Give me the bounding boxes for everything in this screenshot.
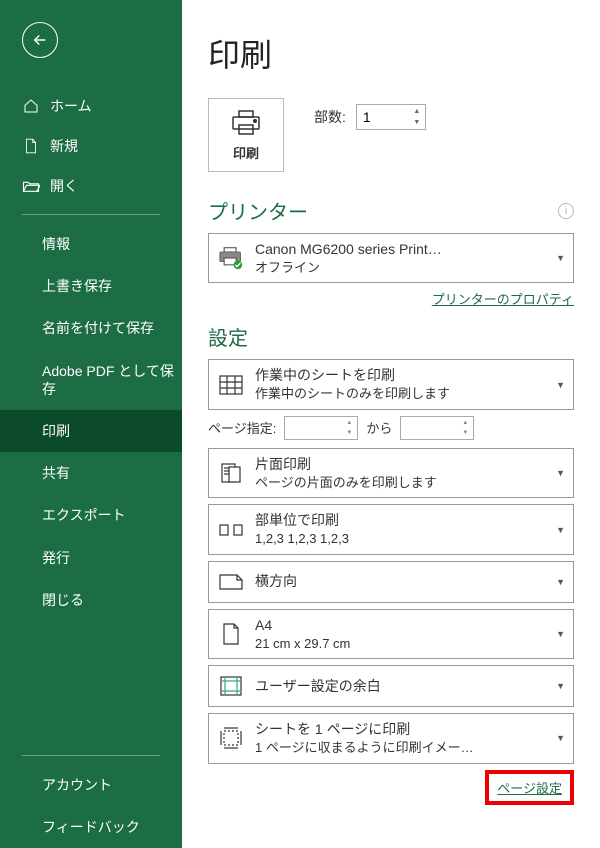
print-button-label: 印刷 <box>233 143 259 162</box>
settings-section-header: 設定 <box>208 322 574 351</box>
printer-name: Canon MG6200 series Print… <box>255 240 542 259</box>
nav-home[interactable]: ホーム <box>0 86 182 126</box>
backstage-sidebar: ホーム 新規 開く 情報 上書き保存 名前を付けて保存 Adobe PDF とし… <box>0 0 182 848</box>
pages-to-input[interactable]: ▲▼ <box>400 416 474 440</box>
copies-spinner[interactable]: ▲▼ <box>356 104 426 130</box>
new-file-icon <box>22 137 40 155</box>
spinner-down-icon[interactable]: ▼ <box>409 117 425 128</box>
spinner-up-icon[interactable]: ▲ <box>457 418 473 428</box>
nav-print[interactable]: 印刷 <box>0 410 182 452</box>
folder-open-icon <box>22 177 40 195</box>
page-title: 印刷 <box>208 30 574 76</box>
margins-dropdown[interactable]: ユーザー設定の余白 ▼ <box>208 665 574 707</box>
chevron-down-icon: ▼ <box>556 253 565 263</box>
print-area-dropdown[interactable]: 作業中のシートを印刷 作業中のシートのみを印刷します ▼ <box>208 359 574 409</box>
scaling-dropdown[interactable]: シートを 1 ページに印刷 1 ページに収まるように印刷イメー… ▼ <box>208 713 574 763</box>
collate-dropdown[interactable]: 部単位で印刷 1,2,3 1,2,3 1,2,3 ▼ <box>208 504 574 554</box>
printer-status: オフライン <box>255 259 542 277</box>
paper-size-dropdown[interactable]: A4 21 cm x 29.7 cm ▼ <box>208 609 574 659</box>
chevron-down-icon: ▼ <box>556 629 565 639</box>
nav-save-as[interactable]: 名前を付けて保存 <box>0 307 182 349</box>
single-page-icon <box>217 459 245 487</box>
copies-label: 部数: <box>314 107 346 127</box>
nav-new[interactable]: 新規 <box>0 126 182 166</box>
one-sided-dropdown[interactable]: 片面印刷 ページの片面のみを印刷します ▼ <box>208 448 574 498</box>
sheet-grid-icon <box>217 371 245 399</box>
orientation-dropdown[interactable]: 横方向 ▼ <box>208 561 574 603</box>
nav-export[interactable]: エクスポート <box>0 494 182 536</box>
spinner-down-icon[interactable]: ▼ <box>457 428 473 438</box>
chevron-down-icon: ▼ <box>556 681 565 691</box>
divider <box>22 214 160 215</box>
page-icon <box>217 620 245 648</box>
page-setup-link[interactable]: ページ設定 <box>497 781 562 796</box>
spinner-up-icon[interactable]: ▲ <box>341 418 357 428</box>
chevron-down-icon: ▼ <box>556 380 565 390</box>
printer-icon <box>230 109 262 137</box>
print-button[interactable]: 印刷 <box>208 98 284 172</box>
printer-properties-link[interactable]: プリンターのプロパティ <box>432 292 574 307</box>
chevron-down-icon: ▼ <box>556 468 565 478</box>
nav-home-label: ホーム <box>50 96 92 116</box>
nav-close[interactable]: 閉じる <box>0 579 182 621</box>
chevron-down-icon: ▼ <box>556 525 565 535</box>
divider <box>22 755 160 756</box>
info-icon[interactable]: i <box>558 203 574 219</box>
nav-overwrite-save[interactable]: 上書き保存 <box>0 265 182 307</box>
pages-from-input[interactable]: ▲▼ <box>284 416 358 440</box>
page-range-row: ページ指定: ▲▼ から ▲▼ <box>208 416 574 440</box>
nav-publish[interactable]: 発行 <box>0 537 182 579</box>
nav-info[interactable]: 情報 <box>0 223 182 265</box>
collate-icon <box>217 516 245 544</box>
pages-label: ページ指定: <box>208 418 276 437</box>
chevron-down-icon: ▼ <box>556 577 565 587</box>
copies-input[interactable] <box>357 105 409 129</box>
chevron-down-icon: ▼ <box>556 733 565 743</box>
nav-open[interactable]: 開く <box>0 166 182 206</box>
nav-adobe-pdf[interactable]: Adobe PDF として保存 <box>0 350 182 410</box>
nav-share[interactable]: 共有 <box>0 452 182 494</box>
page-setup-highlight: ページ設定 <box>485 770 574 805</box>
printer-status-icon <box>217 244 245 272</box>
back-button[interactable] <box>22 22 58 58</box>
spinner-up-icon[interactable]: ▲ <box>409 106 425 117</box>
spinner-down-icon[interactable]: ▼ <box>341 428 357 438</box>
fit-to-page-icon <box>217 724 245 752</box>
margins-icon <box>217 672 245 700</box>
landscape-icon <box>217 568 245 596</box>
nav-open-label: 開く <box>50 176 78 196</box>
pages-separator: から <box>366 418 392 437</box>
home-icon <box>22 97 40 115</box>
nav-new-label: 新規 <box>50 136 78 156</box>
printer-dropdown[interactable]: Canon MG6200 series Print… オフライン ▼ <box>208 233 574 283</box>
print-panel: 印刷 印刷 部数: ▲▼ プリンター i <box>182 0 600 848</box>
printer-section-header: プリンター i <box>208 196 574 225</box>
nav-feedback[interactable]: フィードバック <box>0 806 182 848</box>
arrow-left-icon <box>31 31 49 49</box>
nav-account[interactable]: アカウント <box>0 764 182 806</box>
